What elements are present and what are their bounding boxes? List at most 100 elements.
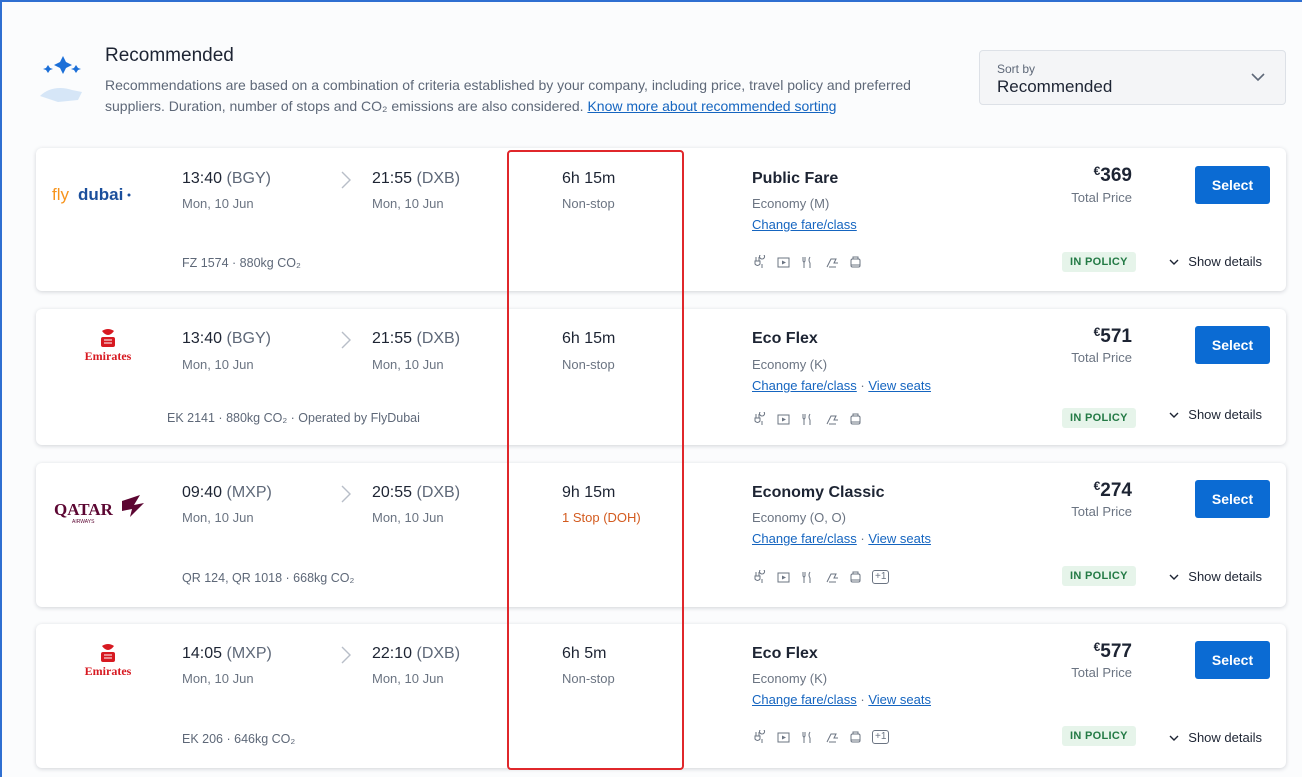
- arrival-time: 20:55 (DXB): [372, 484, 461, 501]
- more-amenities-badge: +1: [872, 730, 890, 744]
- departure-time: 13:40 (BGY): [182, 330, 271, 347]
- sort-value: Recommended: [997, 77, 1113, 96]
- select-button[interactable]: Select: [1195, 326, 1270, 364]
- baggage-icon: [850, 256, 861, 267]
- seat-icon: [826, 258, 838, 267]
- show-details-label: Show details: [1188, 254, 1262, 269]
- seat-icon: [826, 733, 838, 742]
- svg-text:Emirates: Emirates: [85, 349, 132, 363]
- flight-duration: 6h 5m: [562, 645, 607, 662]
- select-button[interactable]: Select: [1195, 166, 1270, 204]
- power-icon: [754, 411, 766, 425]
- meal-icon: [802, 731, 811, 743]
- sparkle-hand-icon: [40, 56, 82, 102]
- entertainment-icon: [777, 414, 790, 424]
- stops-label: Non-stop: [562, 357, 615, 372]
- arrival-date: Mon, 10 Jun: [372, 510, 444, 525]
- departure-date: Mon, 10 Jun: [182, 357, 254, 372]
- arrival-time: 21:55 (DXB): [372, 330, 461, 347]
- stops-label: 1 Stop (DOH): [562, 510, 641, 525]
- fare-class: Economy (K): [752, 671, 828, 686]
- chevron-right-icon: [341, 485, 351, 503]
- change-fare-link[interactable]: Change fare/class: [752, 692, 857, 707]
- fare-links: Change fare/class · View seats: [752, 531, 931, 546]
- power-icon: [754, 729, 766, 743]
- sort-dropdown[interactable]: Sort by Recommended: [979, 50, 1286, 105]
- show-details-label: Show details: [1188, 407, 1262, 422]
- view-seats-link[interactable]: View seats: [868, 531, 931, 546]
- flight-info: FZ 1574 · 880kg CO₂: [182, 256, 301, 270]
- amenities: [752, 410, 863, 428]
- view-seats-link[interactable]: View seats: [868, 692, 931, 707]
- emirates-logo: Emirates: [85, 644, 132, 678]
- chevron-down-icon: [1251, 73, 1265, 82]
- qatar-airways-logo: QATAR AIRWAYS: [54, 495, 144, 525]
- flight-duration: 9h 15m: [562, 484, 616, 501]
- in-policy-badge: IN POLICY: [1062, 408, 1136, 428]
- fare-class: Economy (M): [752, 196, 830, 211]
- show-details-toggle[interactable]: Show details: [1168, 407, 1262, 422]
- change-fare-link[interactable]: Change fare/class: [752, 378, 857, 393]
- flight-info: QR 124, QR 1018 · 668kg CO₂: [182, 571, 355, 585]
- select-button[interactable]: Select: [1195, 480, 1270, 518]
- seat-icon: [826, 415, 838, 424]
- in-policy-badge: IN POLICY: [1062, 566, 1136, 586]
- know-more-link[interactable]: Know more about recommended sorting: [587, 98, 836, 114]
- arrival-time: 21:55 (DXB): [372, 170, 461, 187]
- fare-class: Economy (K): [752, 357, 828, 372]
- page-title: Recommended: [105, 45, 234, 66]
- chevron-down-icon: [1169, 412, 1179, 418]
- amenities: +1: [752, 728, 890, 746]
- view-seats-link[interactable]: View seats: [868, 378, 931, 393]
- emirates-logo: Emirates: [85, 329, 132, 363]
- fare-name: Economy Classic: [752, 484, 885, 501]
- stops-label: Non-stop: [562, 671, 615, 686]
- more-amenities-badge: +1: [872, 570, 890, 584]
- flight-card: Emirates 13:40 (BGY) Mon, 10 Jun 21:55 (…: [36, 309, 1286, 445]
- show-details-toggle[interactable]: Show details: [1168, 730, 1262, 745]
- fare-name: Eco Flex: [752, 330, 818, 347]
- flight-card: fly dubai 13:40 (BGY) Mon, 10 Jun 21:55 …: [36, 148, 1286, 291]
- fare-name: Public Fare: [752, 170, 839, 187]
- meal-icon: [802, 256, 811, 268]
- fare-links: Change fare/class: [752, 217, 857, 232]
- sort-label: Sort by: [997, 62, 1036, 76]
- arrival-time: 22:10 (DXB): [372, 645, 461, 662]
- select-button[interactable]: Select: [1195, 641, 1270, 679]
- fare-class: Economy (O, O): [752, 510, 846, 525]
- arrival-date: Mon, 10 Jun: [372, 357, 444, 372]
- entertainment-icon: [777, 732, 790, 742]
- departure-time: 09:40 (MXP): [182, 484, 272, 501]
- arrival-date: Mon, 10 Jun: [372, 196, 444, 211]
- departure-date: Mon, 10 Jun: [182, 196, 254, 211]
- fare-name: Eco Flex: [752, 645, 818, 662]
- flight-duration: 6h 15m: [562, 170, 616, 187]
- in-policy-badge: IN POLICY: [1062, 252, 1136, 272]
- flydubai-logo: fly dubai: [52, 185, 131, 204]
- show-details-toggle[interactable]: Show details: [1168, 569, 1262, 584]
- departure-date: Mon, 10 Jun: [182, 510, 254, 525]
- meal-icon: [802, 413, 811, 425]
- flight-info: EK 2141 · 880kg CO₂ · Operated by FlyDub…: [167, 411, 420, 425]
- flight-duration: 6h 15m: [562, 330, 616, 347]
- total-price: €577: [1093, 640, 1132, 662]
- departure-time: 13:40 (BGY): [182, 170, 271, 187]
- chevron-right-icon: [341, 646, 351, 664]
- svg-text:fly: fly: [52, 185, 70, 204]
- price-label: Total Price: [1071, 504, 1132, 519]
- stops-label: Non-stop: [562, 196, 615, 211]
- show-details-label: Show details: [1188, 569, 1262, 584]
- fare-links: Change fare/class · View seats: [752, 378, 931, 393]
- recommendation-description: Recommendations are based on a combinati…: [105, 75, 965, 117]
- recommended-header: Recommended Recommendations are based on…: [0, 0, 1302, 140]
- change-fare-link[interactable]: Change fare/class: [752, 217, 857, 232]
- departure-date: Mon, 10 Jun: [182, 671, 254, 686]
- svg-text:Emirates: Emirates: [85, 664, 132, 678]
- show-details-toggle[interactable]: Show details: [1168, 254, 1262, 269]
- chevron-down-icon: [1169, 735, 1179, 741]
- power-icon: [754, 569, 766, 583]
- meal-icon: [802, 571, 811, 583]
- chevron-down-icon: [1169, 259, 1179, 265]
- change-fare-link[interactable]: Change fare/class: [752, 531, 857, 546]
- price-label: Total Price: [1071, 350, 1132, 365]
